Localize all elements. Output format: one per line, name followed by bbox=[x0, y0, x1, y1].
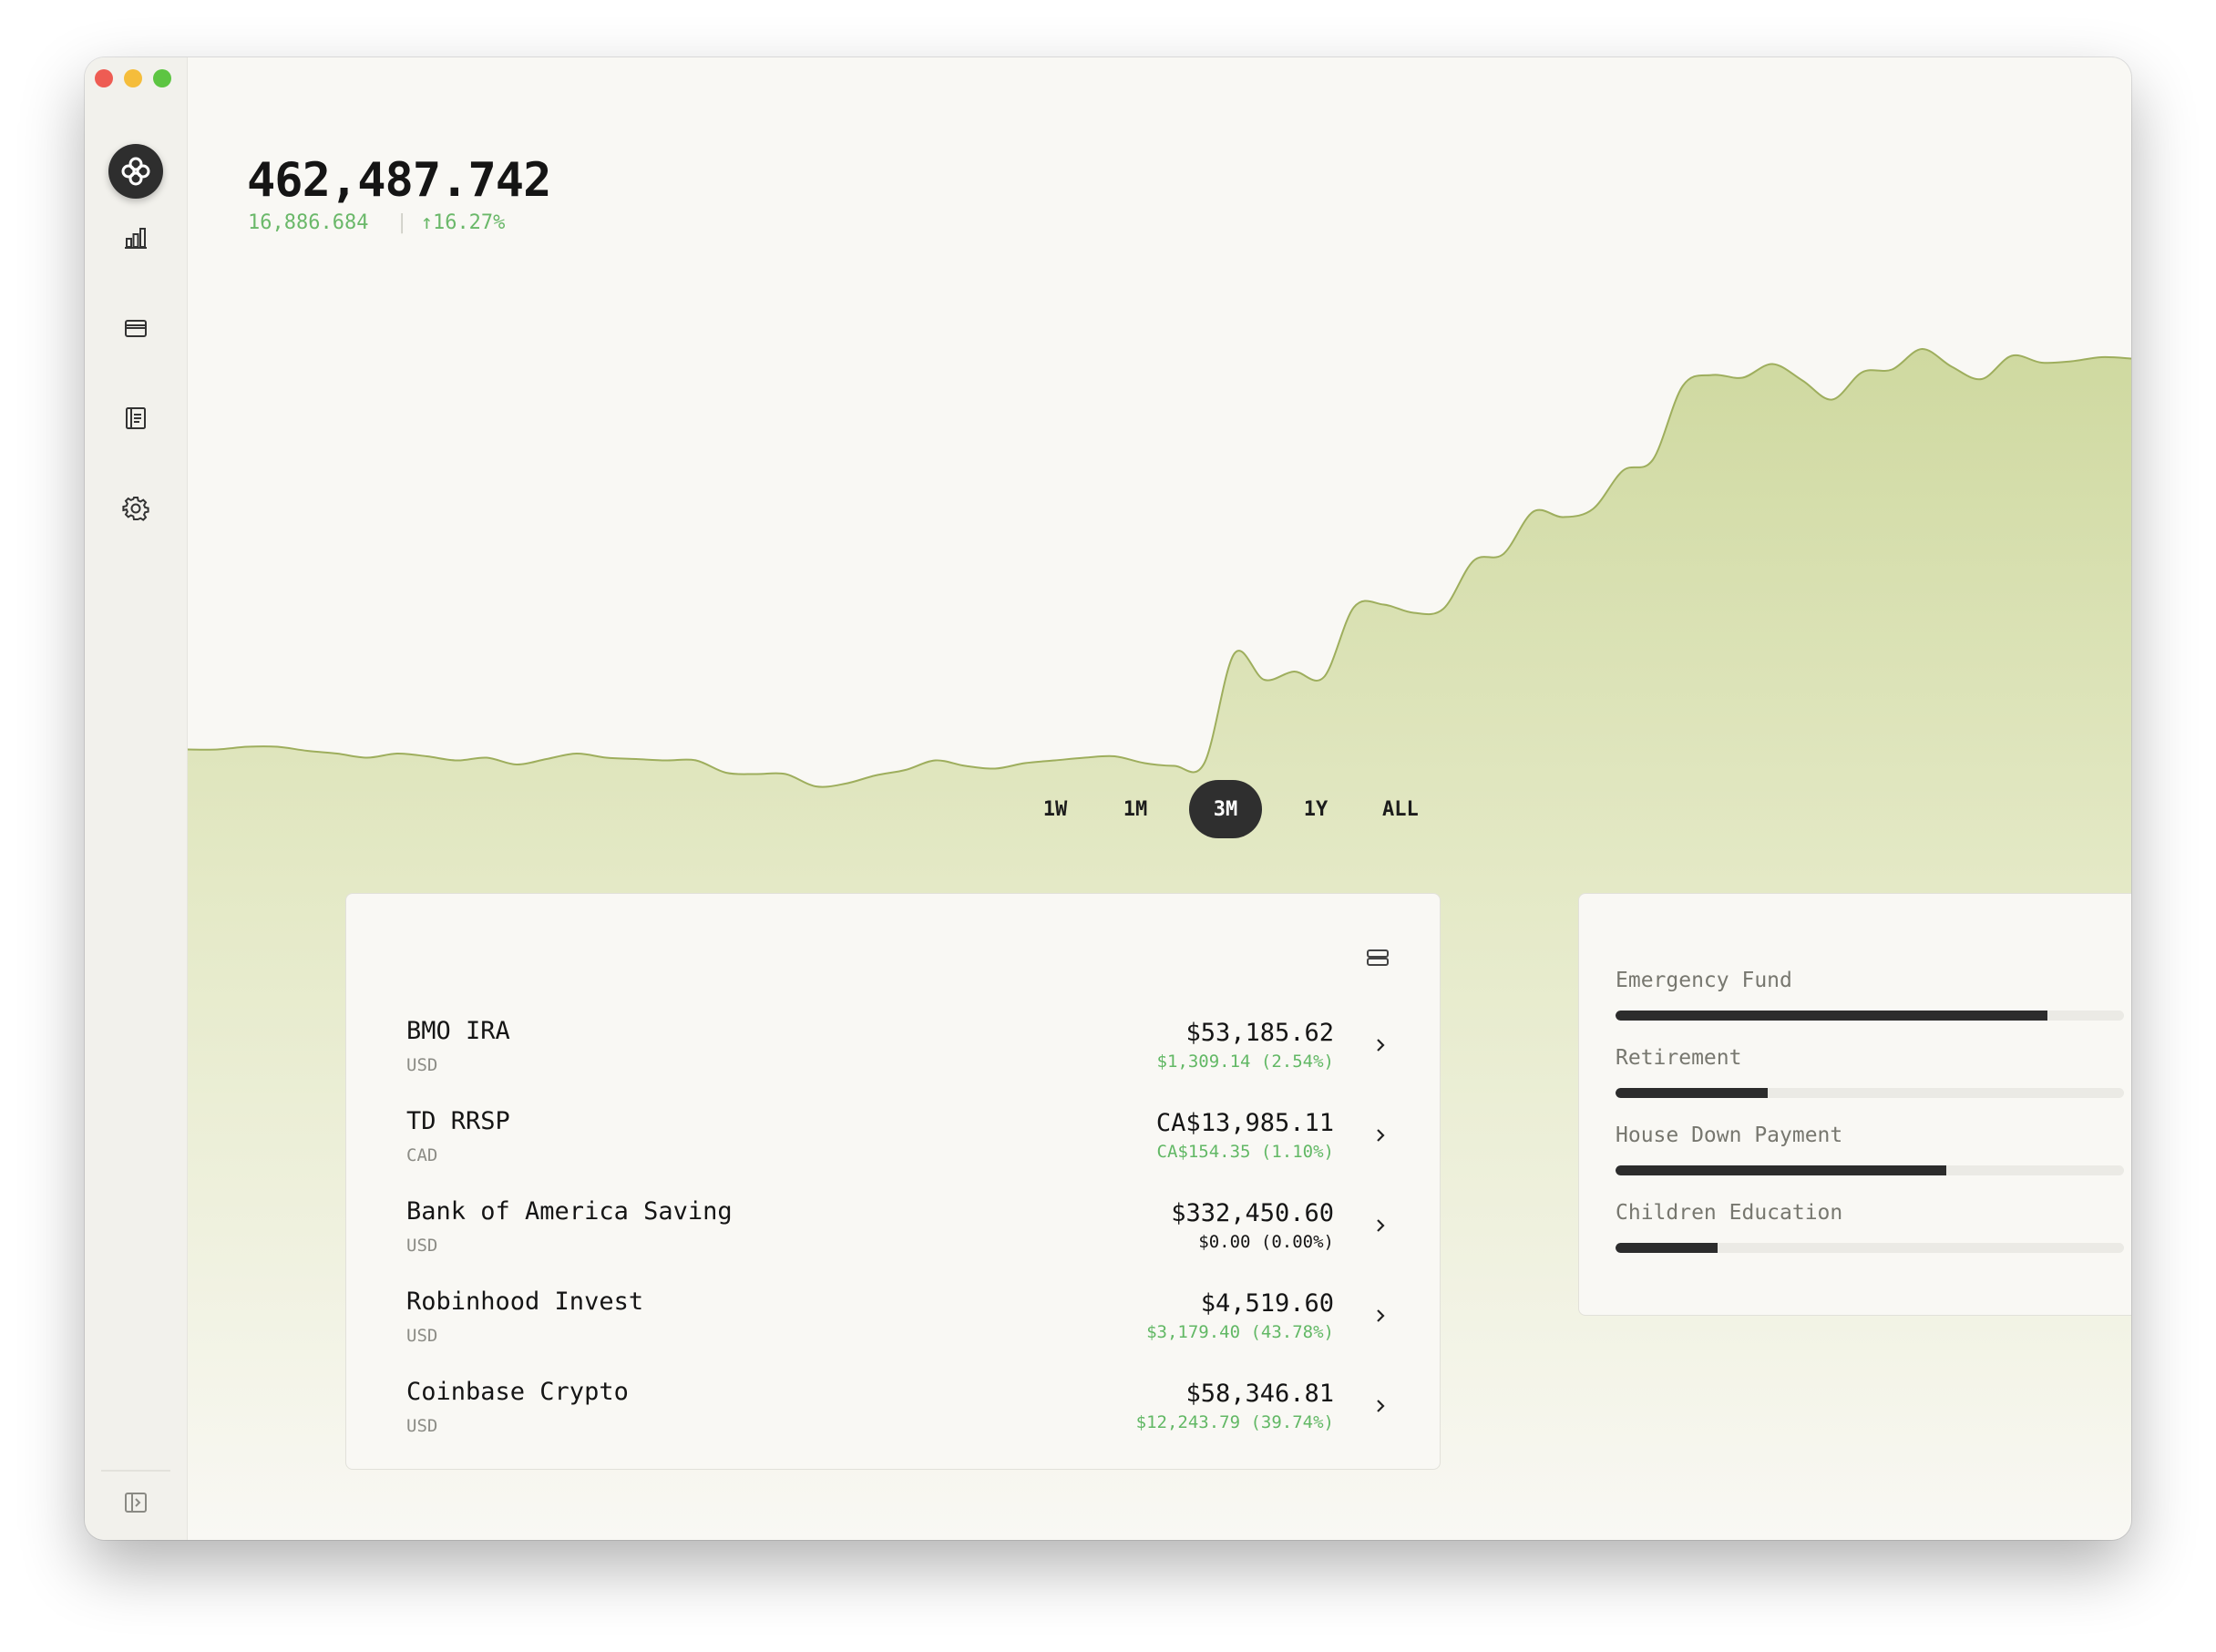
range-3m-button[interactable]: 3M bbox=[1189, 780, 1262, 838]
account-currency: USD bbox=[406, 1055, 438, 1075]
account-value: $58,346.81 bbox=[1185, 1380, 1334, 1408]
time-range-selector: 1W 1M 3M 1Y ALL bbox=[1029, 780, 1459, 838]
account-name: BMO IRA bbox=[406, 1017, 510, 1045]
account-row[interactable]: BMO IRA USD $53,185.62 $1,309.14 (2.54%) bbox=[406, 1017, 1390, 1106]
chevron-right-icon[interactable] bbox=[1370, 1216, 1390, 1236]
goal-label: Children Education bbox=[1616, 1201, 1843, 1225]
goal-progress-track bbox=[1616, 1088, 2124, 1098]
range-all-button[interactable]: ALL bbox=[1370, 780, 1431, 838]
account-value: $4,519.60 bbox=[1200, 1289, 1334, 1318]
account-currency: USD bbox=[406, 1416, 438, 1436]
window-controls bbox=[95, 69, 171, 87]
account-change: $1,309.14 (2.54%) bbox=[1156, 1052, 1334, 1072]
account-row[interactable]: Bank of America Saving USD $332,450.60 $… bbox=[406, 1197, 1390, 1287]
account-name: Robinhood Invest bbox=[406, 1288, 644, 1316]
ledger-icon[interactable] bbox=[119, 402, 152, 435]
minimize-window-button[interactable] bbox=[124, 69, 142, 87]
goal-label: Retirement bbox=[1616, 1046, 1742, 1070]
goal-progress-fill bbox=[1616, 1165, 1946, 1175]
app-logo-icon[interactable] bbox=[108, 144, 163, 199]
goals-card: Emergency Fund Retirement House Down Pay… bbox=[1578, 893, 2131, 1316]
chevron-right-icon[interactable] bbox=[1370, 1396, 1390, 1416]
account-value: $332,450.60 bbox=[1171, 1199, 1334, 1227]
change-percent: ↑16.27% bbox=[420, 211, 506, 234]
sidebar-toggle-icon[interactable] bbox=[119, 1486, 152, 1519]
goal-item[interactable]: House Down Payment bbox=[1616, 1124, 2124, 1187]
chevron-right-icon[interactable] bbox=[1370, 1125, 1390, 1145]
sidebar bbox=[85, 57, 188, 1540]
goal-progress-track bbox=[1616, 1165, 2124, 1175]
goal-progress-track bbox=[1616, 1011, 2124, 1021]
bar-chart-icon[interactable] bbox=[119, 221, 152, 254]
total-balance: 462,487.742 bbox=[247, 153, 551, 208]
wallet-icon[interactable] bbox=[119, 312, 152, 344]
chevron-right-icon[interactable] bbox=[1370, 1035, 1390, 1055]
list-view-icon[interactable] bbox=[1365, 945, 1390, 970]
account-value: CA$13,985.11 bbox=[1155, 1109, 1334, 1137]
change-separator: | bbox=[395, 211, 408, 234]
account-row[interactable]: Robinhood Invest USD $4,519.60 $3,179.40… bbox=[406, 1288, 1390, 1377]
account-row[interactable]: Coinbase Crypto USD $58,346.81 $12,243.7… bbox=[406, 1378, 1390, 1467]
goal-item[interactable]: Children Education bbox=[1616, 1201, 2124, 1265]
account-currency: CAD bbox=[406, 1145, 438, 1165]
account-change: $0.00 (0.00%) bbox=[1198, 1232, 1334, 1252]
account-currency: USD bbox=[406, 1326, 438, 1346]
goal-item[interactable]: Retirement bbox=[1616, 1046, 2124, 1110]
account-name: Coinbase Crypto bbox=[406, 1378, 629, 1406]
chevron-right-icon[interactable] bbox=[1370, 1306, 1390, 1326]
gear-icon[interactable] bbox=[119, 492, 152, 525]
range-1m-button[interactable]: 1M bbox=[1109, 780, 1162, 838]
goal-label: House Down Payment bbox=[1616, 1124, 1843, 1147]
main-content: 462,487.742 16,886.684 | ↑16.27% 1W 1M 3… bbox=[188, 57, 2131, 1540]
sidebar-divider bbox=[101, 1470, 170, 1472]
goal-item[interactable]: Emergency Fund bbox=[1616, 969, 2124, 1032]
range-1y-button[interactable]: 1Y bbox=[1289, 780, 1342, 838]
range-1w-button[interactable]: 1W bbox=[1029, 780, 1082, 838]
goal-progress-fill bbox=[1616, 1011, 2048, 1021]
balance-change-row: 16,886.684 | ↑16.27% bbox=[248, 211, 505, 234]
account-currency: USD bbox=[406, 1236, 438, 1256]
account-change: CA$154.35 (1.10%) bbox=[1156, 1142, 1334, 1162]
close-window-button[interactable] bbox=[95, 69, 113, 87]
zoom-window-button[interactable] bbox=[153, 69, 171, 87]
account-row[interactable]: TD RRSP CAD CA$13,985.11 CA$154.35 (1.10… bbox=[406, 1107, 1390, 1196]
change-amount: 16,886.684 bbox=[248, 211, 369, 234]
account-name: Bank of America Saving bbox=[406, 1197, 733, 1226]
goal-progress-fill bbox=[1616, 1243, 1718, 1253]
accounts-card: BMO IRA USD $53,185.62 $1,309.14 (2.54%)… bbox=[345, 893, 1441, 1470]
goal-label: Emergency Fund bbox=[1616, 969, 1792, 992]
account-name: TD RRSP bbox=[406, 1107, 510, 1135]
goal-progress-track bbox=[1616, 1243, 2124, 1253]
account-change: $3,179.40 (43.78%) bbox=[1146, 1322, 1334, 1342]
app-window: 462,487.742 16,886.684 | ↑16.27% 1W 1M 3… bbox=[85, 57, 2131, 1540]
account-change: $12,243.79 (39.74%) bbox=[1135, 1412, 1334, 1432]
account-value: $53,185.62 bbox=[1185, 1019, 1334, 1047]
goal-progress-fill bbox=[1616, 1088, 1769, 1098]
